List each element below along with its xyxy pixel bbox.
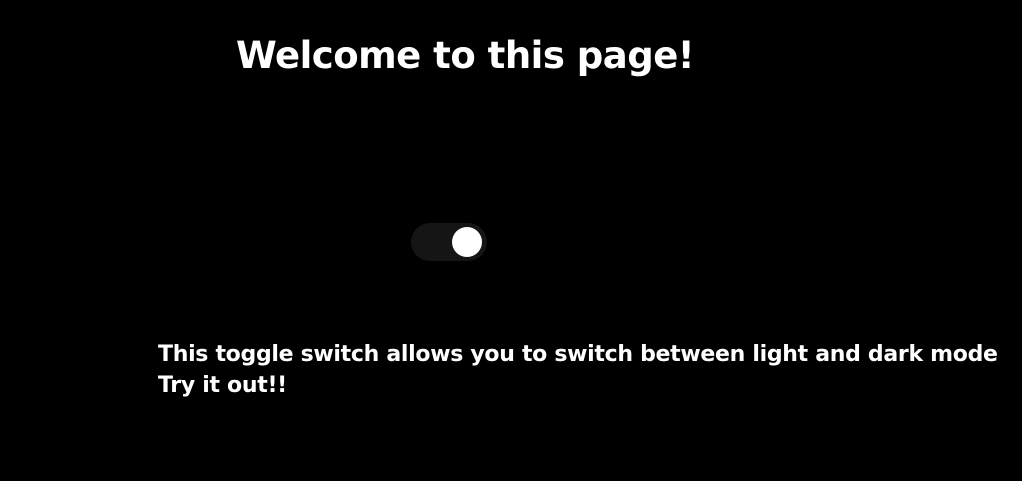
toggle-knob[interactable] [452, 227, 482, 257]
description-line-2: Try it out!! [158, 373, 287, 398]
page-title: Welcome to this page! [236, 34, 695, 77]
description-text: This toggle switch allows you to switch … [158, 339, 998, 401]
dark-mode-toggle[interactable] [411, 223, 487, 261]
description-line-1: This toggle switch allows you to switch … [158, 342, 998, 367]
